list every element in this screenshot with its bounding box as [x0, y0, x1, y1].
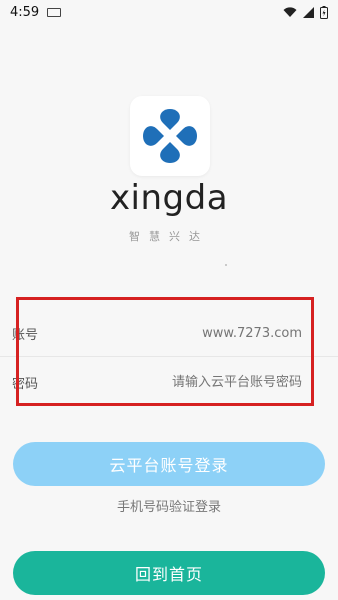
status-bar: 4:59: [0, 0, 338, 24]
back-home-button[interactable]: 回到首页: [13, 551, 325, 595]
account-input[interactable]: [100, 325, 304, 342]
wifi-icon: [283, 6, 297, 18]
status-right: [283, 5, 328, 19]
account-field[interactable]: 账号: [0, 311, 338, 357]
keyboard-icon: [47, 7, 62, 17]
cloud-login-button[interactable]: 云平台账号登录: [13, 442, 325, 486]
password-field[interactable]: 密码: [0, 359, 338, 405]
brand-name: xingda: [109, 178, 229, 218]
signal-icon: [303, 6, 314, 18]
password-input[interactable]: [100, 373, 304, 391]
status-left: 4:59: [10, 4, 62, 20]
status-time: 4:59: [10, 4, 40, 20]
password-label: 密码: [12, 376, 39, 392]
sms-login-link[interactable]: 手机号码验证登录: [0, 496, 338, 515]
decorative-dot: [225, 264, 227, 266]
app-logo: [130, 96, 210, 176]
brand-tagline: 智慧兴达: [129, 230, 209, 243]
account-label: 账号: [12, 328, 39, 343]
logo-icon: [143, 109, 197, 163]
battery-icon: [320, 5, 328, 19]
